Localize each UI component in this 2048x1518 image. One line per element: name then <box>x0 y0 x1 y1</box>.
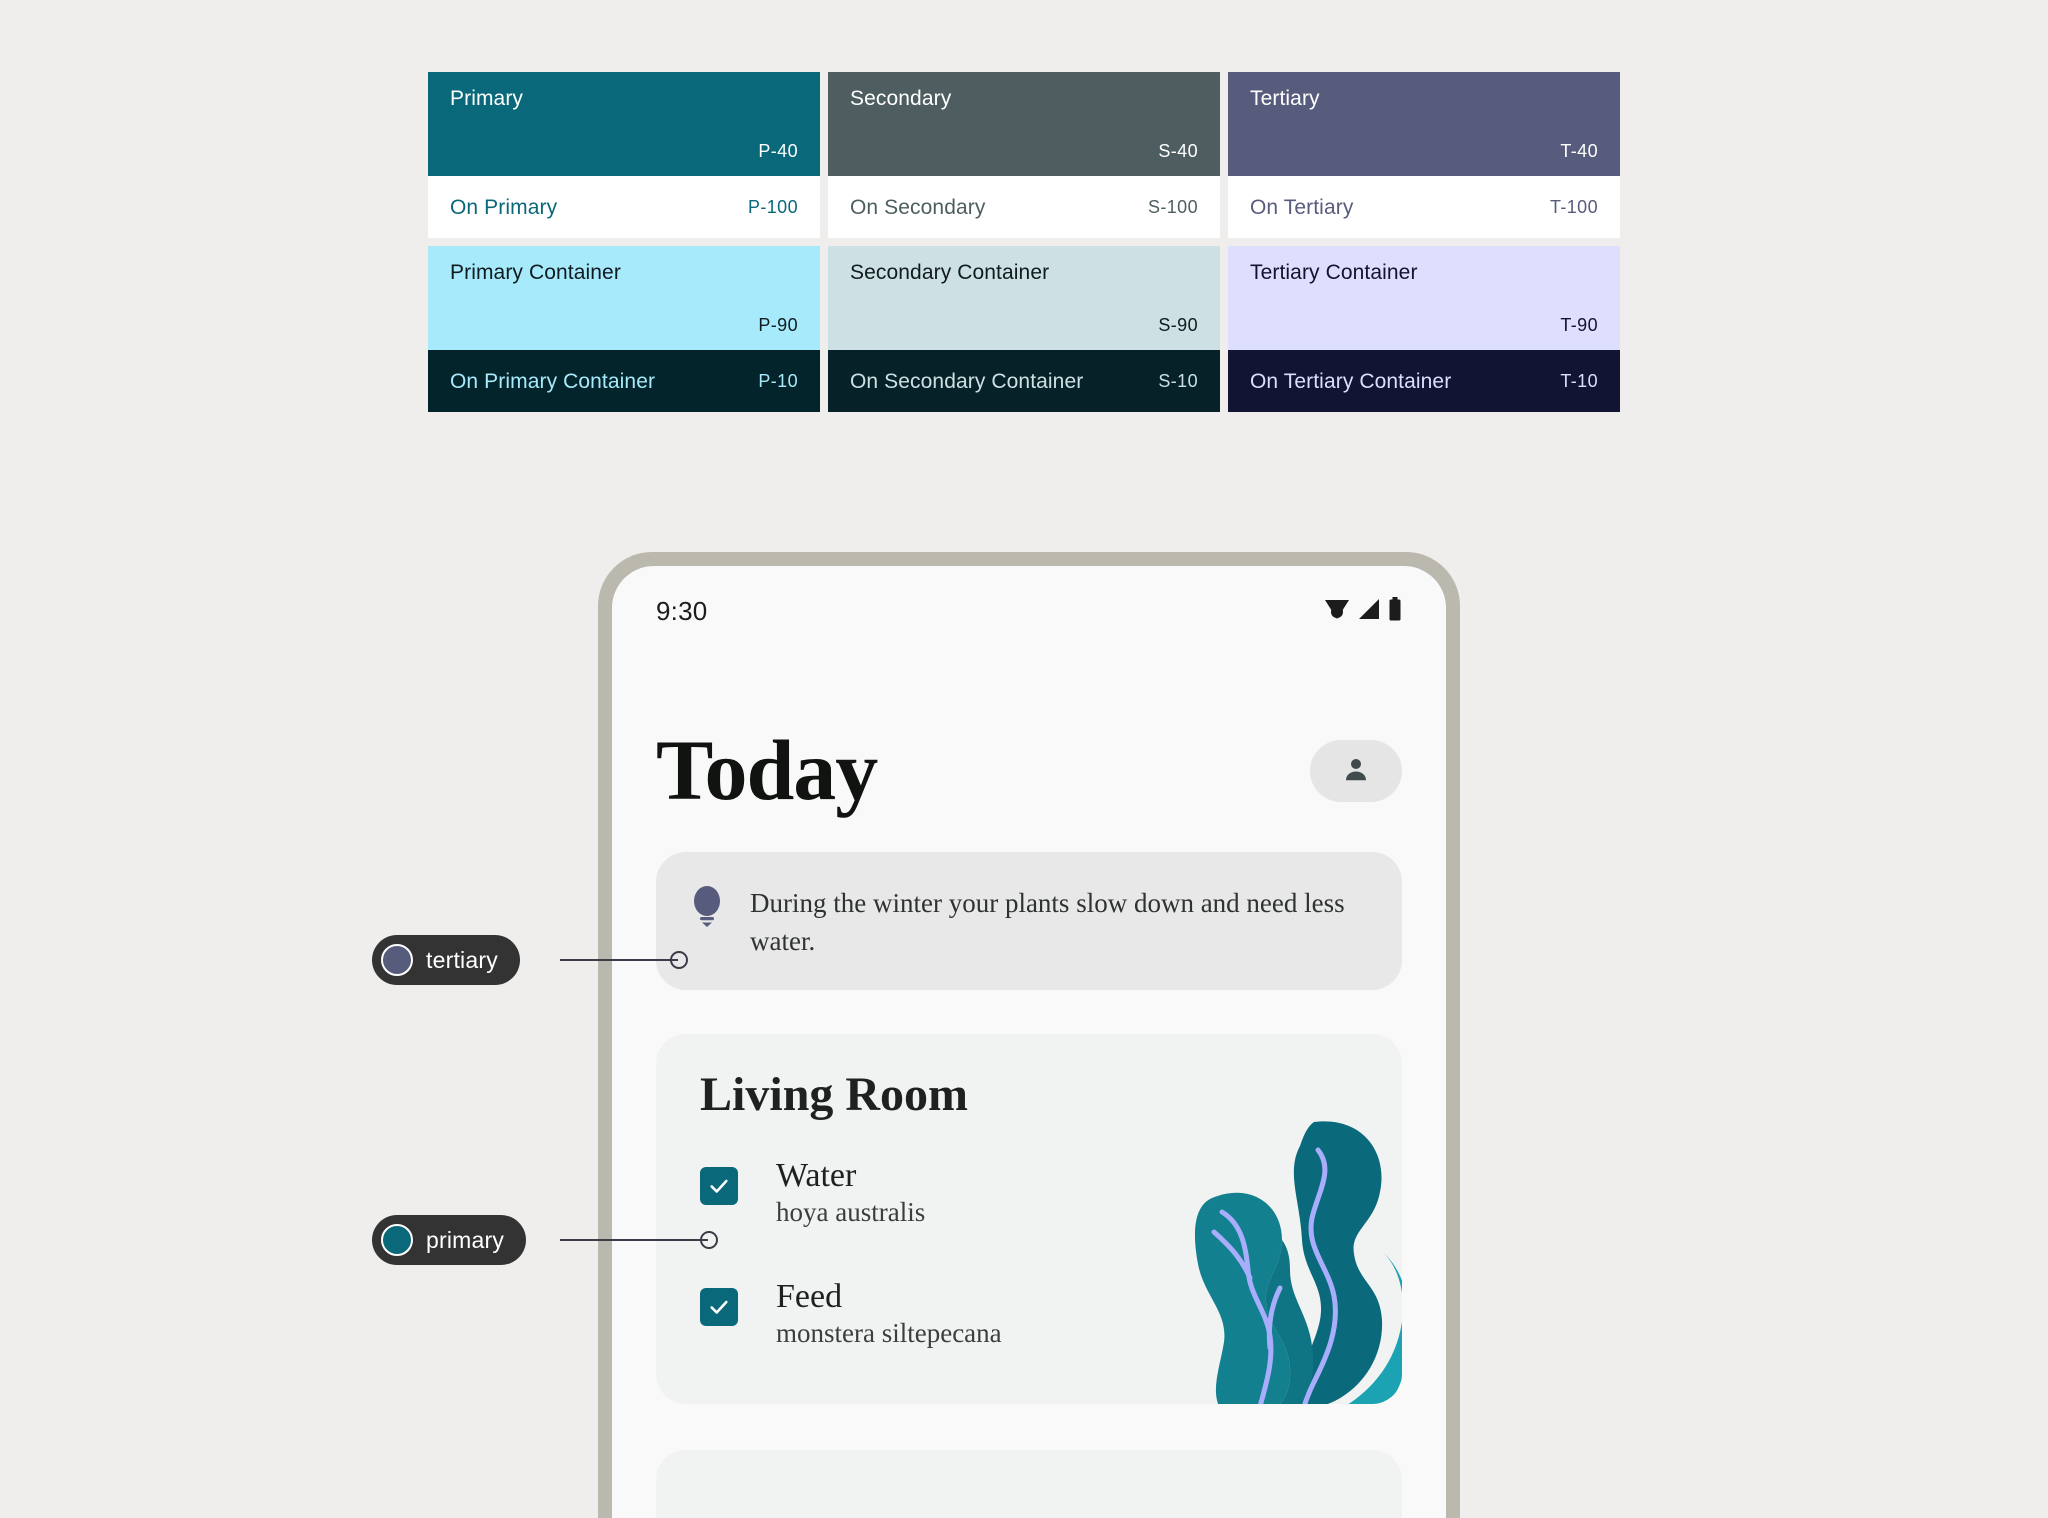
chip-primary-container[interactable]: Primary Container P-90 <box>428 246 820 350</box>
chip-label: Secondary <box>850 87 952 110</box>
chip-code: T-10 <box>1560 371 1598 391</box>
task-info: Water hoya australis <box>776 1156 926 1227</box>
person-icon <box>1341 754 1371 787</box>
chip-label: Tertiary Container <box>1250 261 1418 284</box>
cellular-signal-icon <box>1357 598 1381 625</box>
lightbulb-icon <box>690 885 724 933</box>
page-header: Today <box>612 638 1446 818</box>
tip-text: During the winter your plants slow down … <box>750 887 1345 957</box>
room-card: Living Room Water hoya australis Feed mo… <box>656 1034 1402 1405</box>
chip-on-tertiary-container[interactable]: On Tertiary Container T-10 <box>1228 350 1620 412</box>
chip-code: P-10 <box>758 371 798 391</box>
battery-icon <box>1388 596 1402 626</box>
chip-on-primary[interactable]: On Primary P-100 <box>428 176 820 238</box>
chip-primary[interactable]: Primary P-40 <box>428 72 820 176</box>
chip-label: On Primary Container <box>450 369 656 393</box>
palette-group-tertiary-base: Tertiary T-40 On Tertiary T-100 <box>1228 72 1620 238</box>
chip-on-tertiary[interactable]: On Tertiary T-100 <box>1228 176 1620 238</box>
page-root: Primary P-40 On Primary P-100 Primary Co… <box>0 0 2048 1518</box>
task-checkbox-water[interactable] <box>700 1166 738 1205</box>
task-row[interactable]: Feed monstera siltepecana <box>656 1277 1402 1348</box>
chip-code: S-90 <box>1158 315 1198 335</box>
annotation-target-tertiary <box>670 951 688 969</box>
status-bar-icons <box>1324 596 1402 626</box>
annotation-label: primary <box>426 1226 505 1253</box>
annotation-swatch <box>381 944 413 976</box>
chip-on-secondary-container[interactable]: On Secondary Container S-10 <box>828 350 1220 412</box>
chip-secondary[interactable]: Secondary S-40 <box>828 72 1220 176</box>
chip-tertiary[interactable]: Tertiary T-40 <box>1228 72 1620 176</box>
palette-column-tertiary: Tertiary T-40 On Tertiary T-100 Tertiary… <box>1228 72 1620 412</box>
chip-code: T-40 <box>1560 141 1598 161</box>
chip-code: T-100 <box>1549 197 1598 217</box>
chip-tertiary-container[interactable]: Tertiary Container T-90 <box>1228 246 1620 350</box>
annotation-leader-line-primary <box>560 1239 708 1241</box>
chip-code: S-10 <box>1158 371 1198 391</box>
task-plant-name: monstera siltepecana <box>776 1317 1002 1348</box>
status-bar: 9:30 <box>612 566 1446 638</box>
annotation-target-primary <box>700 1231 718 1249</box>
chip-code: P-40 <box>758 141 798 161</box>
chip-code: T-90 <box>1560 315 1598 335</box>
palette-group-primary-base: Primary P-40 On Primary P-100 <box>428 72 820 238</box>
status-bar-clock: 9:30 <box>656 595 708 626</box>
chip-code: P-90 <box>758 315 798 335</box>
chip-secondary-container[interactable]: Secondary Container S-90 <box>828 246 1220 350</box>
chip-code: S-100 <box>1147 197 1198 217</box>
annotation-swatch <box>381 1224 413 1256</box>
wifi-icon <box>1324 598 1350 625</box>
task-title: Water <box>776 1156 857 1194</box>
palette-group-tertiary-container: Tertiary Container T-90 On Tertiary Cont… <box>1228 246 1620 412</box>
task-list: Water hoya australis Feed monstera silte… <box>656 1156 1402 1348</box>
chip-code: S-40 <box>1158 141 1198 161</box>
chip-on-secondary[interactable]: On Secondary S-100 <box>828 176 1220 238</box>
tip-card[interactable]: During the winter your plants slow down … <box>656 851 1402 991</box>
chip-label: Tertiary <box>1250 87 1320 110</box>
annotation-pill-primary[interactable]: primary <box>372 1215 527 1265</box>
task-title: Feed <box>776 1277 843 1315</box>
palette-column-secondary: Secondary S-40 On Secondary S-100 Second… <box>828 72 1220 412</box>
avatar-button[interactable] <box>1310 739 1402 802</box>
palette-group-secondary-container: Secondary Container S-90 On Secondary Co… <box>828 246 1220 412</box>
annotation-pill-tertiary[interactable]: tertiary <box>372 935 520 985</box>
annotation-leader-line-tertiary <box>560 959 678 961</box>
chip-on-primary-container[interactable]: On Primary Container P-10 <box>428 350 820 412</box>
palette-group-secondary-base: Secondary S-40 On Secondary S-100 <box>828 72 1220 238</box>
chip-label: On Tertiary <box>1250 195 1354 219</box>
room-title: Living Room <box>700 1068 969 1122</box>
task-row[interactable]: Water hoya australis <box>656 1156 1402 1227</box>
color-palette-grid: Primary P-40 On Primary P-100 Primary Co… <box>428 72 1620 412</box>
page-title: Today <box>656 722 878 818</box>
chip-label: Primary <box>450 87 524 110</box>
phone-screen: 9:30 Today During the winter your plants… <box>612 566 1446 1518</box>
chip-label: On Secondary <box>850 195 986 219</box>
palette-column-primary: Primary P-40 On Primary P-100 Primary Co… <box>428 72 820 412</box>
palette-group-primary-container: Primary Container P-90 On Primary Contai… <box>428 246 820 412</box>
task-plant-name: hoya australis <box>776 1196 926 1227</box>
task-info: Feed monstera siltepecana <box>776 1277 1002 1348</box>
next-room-card-partial[interactable] <box>656 1450 1402 1518</box>
chip-label: On Tertiary Container <box>1250 369 1452 393</box>
chip-label: Secondary Container <box>850 261 1050 284</box>
chip-label: Primary Container <box>450 261 621 284</box>
chip-code: P-100 <box>747 197 798 217</box>
task-checkbox-feed[interactable] <box>700 1287 738 1326</box>
chip-label: On Primary <box>450 195 558 219</box>
annotation-label: tertiary <box>426 946 498 973</box>
phone-device-frame: 9:30 Today During the winter your plants… <box>598 552 1460 1518</box>
chip-label: On Secondary Container <box>850 369 1084 393</box>
